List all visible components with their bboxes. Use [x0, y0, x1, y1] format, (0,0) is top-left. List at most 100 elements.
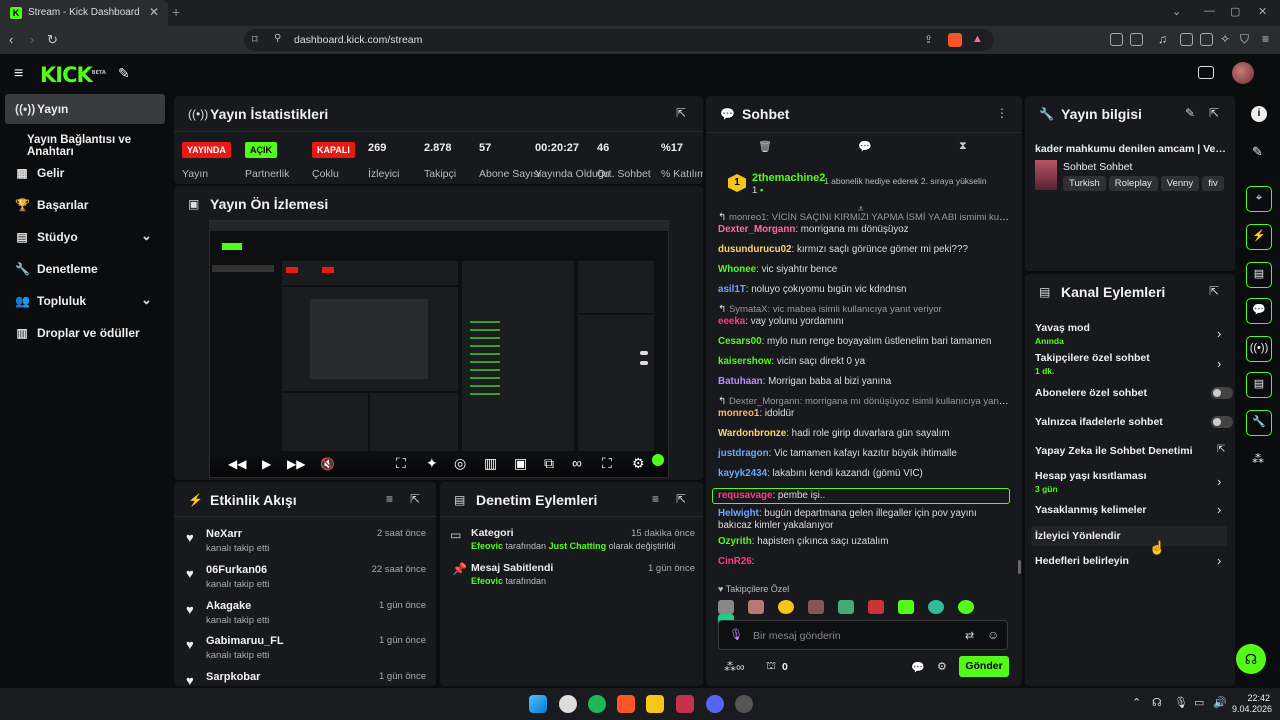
fast-forward-icon[interactable]: ▶▶ [287, 457, 305, 471]
gift-user[interactable]: 2themachine2 [752, 172, 825, 184]
chat-username[interactable]: kayyk2434 [718, 468, 767, 479]
brave-shields-icon[interactable] [948, 33, 962, 47]
microphone-icon[interactable]: 🎙 [729, 628, 743, 641]
chat-username[interactable]: eeeka [718, 316, 745, 327]
extension-icon[interactable] [1110, 33, 1123, 46]
popout-icon[interactable]: ⇱ [1209, 284, 1219, 298]
action-account-age[interactable]: Hesap yaşı kısıtlaması 3 gün › [1035, 470, 1225, 498]
network-icon[interactable]: ▭ [1194, 696, 1204, 709]
chat-username[interactable]: Whonee [718, 264, 756, 275]
mod-actor[interactable]: Efeovic [471, 576, 503, 586]
chat-username[interactable]: Wardonbronze [718, 428, 786, 439]
sidebar-toggle-icon[interactable] [1180, 33, 1193, 46]
loop-icon[interactable]: ∞ [572, 455, 582, 471]
headphones-icon[interactable]: ☊ [1152, 696, 1162, 709]
loop-icon[interactable]: ⁂∞ [724, 660, 745, 674]
wallet-icon[interactable] [1200, 33, 1213, 46]
rail-channel-icon[interactable]: ▤ [1246, 372, 1272, 398]
volume-icon[interactable]: 🔊 [1213, 696, 1227, 709]
sidebar-item-yayin[interactable]: ((•)) Yayın [5, 94, 165, 124]
vpn-shield-icon[interactable]: ⛉ [1240, 32, 1249, 47]
chat-username[interactable]: Ozyrith [718, 536, 752, 547]
chat-username[interactable]: Helwight [718, 508, 759, 519]
edit-icon[interactable]: ✎ [1185, 106, 1195, 120]
popout-icon[interactable]: ⇱ [1209, 106, 1219, 120]
forward-icon[interactable]: › [30, 32, 34, 47]
feed-name[interactable]: Gabimaruu_FL [206, 635, 284, 647]
avatar[interactable] [1232, 62, 1254, 84]
rail-lightning-icon[interactable]: ⚡ [1246, 224, 1272, 250]
emote-icon[interactable] [868, 600, 884, 614]
sidebar-item-basarilar[interactable]: 🏆 Başarılar [5, 190, 165, 220]
send-button[interactable]: Gönder [959, 656, 1009, 677]
chat-bubble-icon[interactable]: 💬 [858, 140, 872, 153]
feed-name[interactable]: Akagake [206, 600, 251, 612]
app-circle-icon[interactable] [735, 695, 753, 713]
action-emote-only[interactable]: Yalnızca ifadelerle sohbet [1035, 416, 1233, 432]
emote-icon[interactable] [958, 600, 974, 614]
kick-logo[interactable]: KICKBETA [40, 63, 106, 87]
mute-icon[interactable]: 🔇 [320, 457, 335, 471]
hourglass-icon[interactable]: ⧗ [959, 140, 967, 153]
fullscreen-icon[interactable]: ⛶ [602, 455, 612, 472]
emote-icon[interactable] [898, 600, 914, 614]
translate-icon[interactable]: ⇄ [965, 629, 974, 642]
music-icon[interactable]: ♫ [1158, 32, 1167, 46]
bookmark-icon[interactable]: ⌑ [252, 33, 258, 46]
tag[interactable]: Roleplay [1108, 176, 1158, 191]
chat-username[interactable]: kaisershow [718, 356, 771, 367]
edit-icon[interactable]: ✎ [1252, 144, 1263, 160]
chat-username[interactable]: asil1T [718, 284, 746, 295]
app-red-icon[interactable] [676, 695, 694, 713]
filter-icon[interactable]: ≡ [652, 492, 659, 506]
emote-icon[interactable] [748, 600, 764, 614]
url-field[interactable]: ⌑ ⚲ dashboard.kick.com/stream ⇪ ▲ [244, 29, 994, 51]
action-ai-moderation[interactable]: Yapay Zeka ile Sohbet Denetimi ⇱ [1035, 444, 1225, 461]
sparkle-icon[interactable]: ✦ [426, 455, 438, 472]
popout-icon[interactable]: ⇱ [676, 106, 686, 120]
rail-broadcast-icon[interactable]: ((•)) [1246, 336, 1272, 362]
emote-icon[interactable] [928, 600, 944, 614]
sidebar-item-droplar[interactable]: ▥ Droplar ve ödüller [5, 318, 165, 348]
chat-username[interactable]: dusundurucu02 [718, 244, 791, 255]
extension-2-icon[interactable] [1130, 33, 1143, 46]
brave-icon[interactable] [617, 695, 635, 713]
feed-name[interactable]: Sarpkobar [206, 671, 260, 683]
more-options-icon[interactable]: ⋮ [996, 106, 1008, 120]
chat-input[interactable]: 🎙 Bir mesaj gönderin ⇄ ☺ [718, 620, 1008, 650]
crop-icon[interactable]: ⛶ [396, 455, 406, 472]
chat-username[interactable]: justdragon [718, 448, 769, 459]
emote-icon[interactable] [718, 600, 734, 614]
settings-icon[interactable]: ⚙ [632, 455, 645, 472]
back-icon[interactable]: ‹ [9, 32, 13, 47]
reload-icon[interactable]: ↻ [47, 32, 58, 48]
ai-icon[interactable]: ✧ [1220, 32, 1230, 46]
tab-list-chevron-icon[interactable]: ⌄ [1172, 5, 1181, 18]
close-window-icon[interactable]: ✕ [1258, 5, 1267, 18]
theater-icon[interactable]: ▥ [484, 455, 497, 472]
rail-add-icon[interactable]: ⁂ [1252, 452, 1264, 466]
category-thumbnail[interactable] [1035, 160, 1057, 190]
chat-username[interactable]: monreo1 [718, 408, 759, 419]
action-goals[interactable]: Hedefleri belirleyin › [1035, 553, 1225, 571]
clock[interactable]: 22:42 9.04.2026 [1232, 693, 1272, 715]
microphone-icon[interactable]: 🎙 [1174, 696, 1188, 709]
pin-icon[interactable]: ✎ [118, 65, 130, 82]
mod-actor[interactable]: Efeovic [471, 541, 503, 551]
chat-username[interactable]: Batuhaan [718, 376, 763, 387]
action-host[interactable]: İzleyici Yönlendir [1031, 526, 1227, 546]
rail-document-icon[interactable]: ▤ [1246, 262, 1272, 288]
stream-category[interactable]: Sohbet Sohbet [1063, 161, 1132, 173]
stream-preview-video[interactable]: ◀◀ ▶ ▶▶ 🔇 ⛶ ✦ ◎ ▥ ▣ ⧉ ∞ ⛶ ⚙ [209, 220, 669, 478]
sidebar-item-studyo[interactable]: ▤ Stüdyo ⌄ [5, 222, 165, 252]
clip-icon[interactable]: ◎ [454, 455, 466, 472]
menu-icon[interactable]: ≡ [1262, 32, 1269, 46]
sidebar-item-gelir[interactable]: ▦ Gelir [5, 158, 165, 188]
new-tab-icon[interactable]: + [172, 4, 180, 20]
chat-username[interactable]: Cesars00 [718, 336, 762, 347]
popout-icon[interactable]: ⇱ [676, 492, 686, 506]
app-icon[interactable] [559, 695, 577, 713]
chat-scrollbar[interactable] [1018, 560, 1021, 574]
chat-username[interactable]: Dexter_Morgann [718, 224, 795, 235]
sidebar-item-denetleme[interactable]: 🔧 Denetleme [5, 254, 165, 284]
